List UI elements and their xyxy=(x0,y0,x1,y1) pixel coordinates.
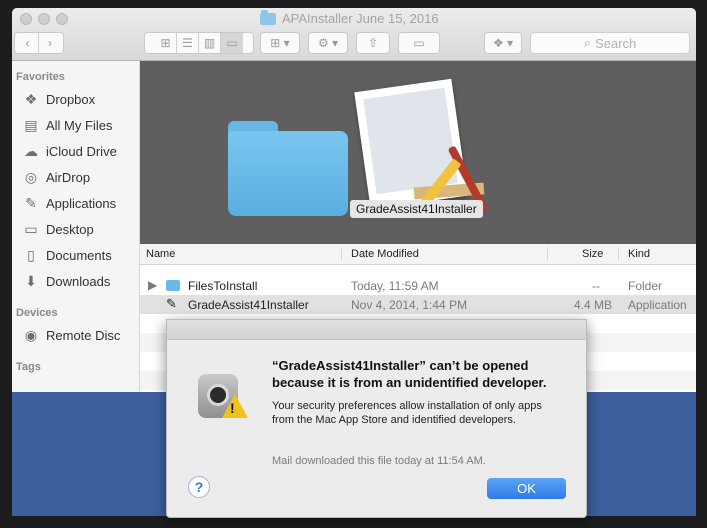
arrange-button[interactable]: ⊞ ▾ xyxy=(260,32,300,54)
documents-icon: ▯ xyxy=(27,246,35,263)
sidebar-item-label: Documents xyxy=(46,247,112,263)
sidebar-item-label: Desktop xyxy=(46,221,94,237)
dialog-title-bar xyxy=(167,320,586,340)
tag-icon: ▭ xyxy=(413,36,425,50)
sidebar-item-label: Dropbox xyxy=(46,91,96,107)
file-name: FilesToInstall xyxy=(188,279,258,293)
column-header-kind[interactable]: Kind xyxy=(628,248,650,260)
minimize-button[interactable] xyxy=(38,13,50,25)
file-size: 4.4 MB xyxy=(574,298,613,312)
sidebar-item-downloads[interactable]: ⬇ Downloads xyxy=(22,272,110,290)
warning-icon xyxy=(222,394,248,418)
sidebar-item-desktop[interactable]: ▭ Desktop xyxy=(22,220,94,238)
action-button[interactable]: ⚙ ▾ xyxy=(308,32,348,54)
zoom-button[interactable] xyxy=(56,13,68,25)
sidebar-item-label: Applications xyxy=(46,195,117,211)
column-header-size[interactable]: Size xyxy=(582,248,603,260)
icon-view-icon[interactable]: ⊞ xyxy=(155,33,177,53)
cover-flow-preview: GradeAssist41Installer xyxy=(140,61,696,244)
disc-icon: ◉ xyxy=(24,326,38,343)
sidebar-heading-favorites: Favorites xyxy=(16,71,65,83)
sidebar-item-label: iCloud Drive xyxy=(46,143,117,159)
folder-icon xyxy=(260,9,276,25)
file-name: GradeAssist41Installer xyxy=(188,298,309,312)
sidebar: Favorites ❖ Dropbox ▤ All My Files ☁ iCl… xyxy=(12,61,140,392)
airdrop-icon: ◎ xyxy=(24,168,38,185)
tag-button[interactable]: ▭ xyxy=(398,32,440,54)
sidebar-item-all-my-files[interactable]: ▤ All My Files xyxy=(22,116,112,134)
forward-icon[interactable]: › xyxy=(39,33,61,53)
arrange-icon: ⊞ ▾ xyxy=(270,36,290,50)
cover-flow-icon[interactable]: ▭ xyxy=(221,33,243,53)
folder-icon xyxy=(166,280,180,291)
sidebar-item-icloud-drive[interactable]: ☁ iCloud Drive xyxy=(22,142,117,160)
sidebar-item-label: Remote Disc xyxy=(46,327,121,343)
column-view-icon[interactable]: ▥ xyxy=(199,33,221,53)
column-header-name[interactable]: Name xyxy=(146,248,175,260)
downloads-icon: ⬇ xyxy=(25,272,37,289)
folder-icon[interactable] xyxy=(228,121,348,216)
file-size: -- xyxy=(592,279,600,293)
sidebar-item-remote-disc[interactable]: ◉ Remote Disc xyxy=(22,326,121,344)
file-date: Nov 4, 2014, 1:44 PM xyxy=(351,298,468,312)
file-kind: Application xyxy=(628,298,687,312)
back-forward-buttons: ‹ › xyxy=(14,32,64,54)
file-date: Today, 11:59 AM xyxy=(351,279,439,293)
list-header: Name Date Modified Size Kind xyxy=(140,244,696,265)
window-title: APAInstaller June 15, 2016 xyxy=(260,9,439,26)
back-icon[interactable]: ‹ xyxy=(17,33,39,53)
dropbox-icon: ❖ ▾ xyxy=(492,36,514,50)
desktop-icon: ▭ xyxy=(24,220,38,237)
dialog-download-note: Mail downloaded this file today at 11:54… xyxy=(272,455,486,467)
ok-button[interactable]: OK xyxy=(487,478,566,499)
table-row[interactable]: ✎ GradeAssist41Installer Nov 4, 2014, 1:… xyxy=(140,295,696,314)
sidebar-item-airdrop[interactable]: ◎ AirDrop xyxy=(22,168,90,186)
installer-app-icon: ✎ xyxy=(166,296,177,311)
search-icon: ⌕ xyxy=(583,35,592,50)
view-mode-segment: ⊞ ☰ ▥ ▭ xyxy=(144,32,254,54)
sidebar-item-dropbox[interactable]: ❖ Dropbox xyxy=(22,90,95,108)
sidebar-item-label: Downloads xyxy=(46,273,111,289)
title-bar: APAInstaller June 15, 2016 ‹ › ⊞ ☰ ▥ ▭ ⊞… xyxy=(12,8,696,61)
search-field[interactable]: ⌕ Search xyxy=(530,32,690,54)
sidebar-heading-devices: Devices xyxy=(16,307,58,319)
security-alert-dialog: ! “GradeAssist41Installer” can’t be open… xyxy=(166,319,587,518)
share-button[interactable]: ⇧ xyxy=(356,32,390,54)
table-row[interactable]: ▶ FilesToInstall Today, 11:59 AM -- Fold… xyxy=(140,276,696,295)
share-icon: ⇧ xyxy=(367,36,379,50)
disclosure-triangle-icon[interactable]: ▶ xyxy=(148,278,157,292)
all-files-icon: ▤ xyxy=(24,116,38,133)
dropbox-icon: ❖ xyxy=(24,90,38,107)
dropbox-button[interactable]: ❖ ▾ xyxy=(484,32,522,54)
gear-icon: ⚙ ▾ xyxy=(317,36,339,50)
sidebar-item-label: All My Files xyxy=(46,117,113,133)
dialog-title: “GradeAssist41Installer” can’t be opened… xyxy=(272,358,547,390)
sidebar-heading-tags: Tags xyxy=(16,361,41,373)
close-button[interactable] xyxy=(20,13,32,25)
window-title-text: APAInstaller June 15, 2016 xyxy=(282,11,439,26)
applications-icon: ✎ xyxy=(25,194,37,211)
selected-item-label: GradeAssist41Installer xyxy=(350,200,483,218)
search-placeholder: Search xyxy=(595,35,637,51)
gatekeeper-lock-icon: ! xyxy=(194,364,248,422)
column-header-date[interactable]: Date Modified xyxy=(351,248,419,260)
list-view-icon[interactable]: ☰ xyxy=(177,33,199,53)
help-button[interactable]: ? xyxy=(188,476,210,498)
sidebar-item-label: AirDrop xyxy=(46,169,91,185)
file-kind: Folder xyxy=(628,279,663,293)
sidebar-item-applications[interactable]: ✎ Applications xyxy=(22,194,116,212)
sidebar-item-documents[interactable]: ▯ Documents xyxy=(22,246,112,264)
cloud-icon: ☁ xyxy=(24,142,38,159)
dialog-message: Your security preferences allow installa… xyxy=(272,400,542,426)
